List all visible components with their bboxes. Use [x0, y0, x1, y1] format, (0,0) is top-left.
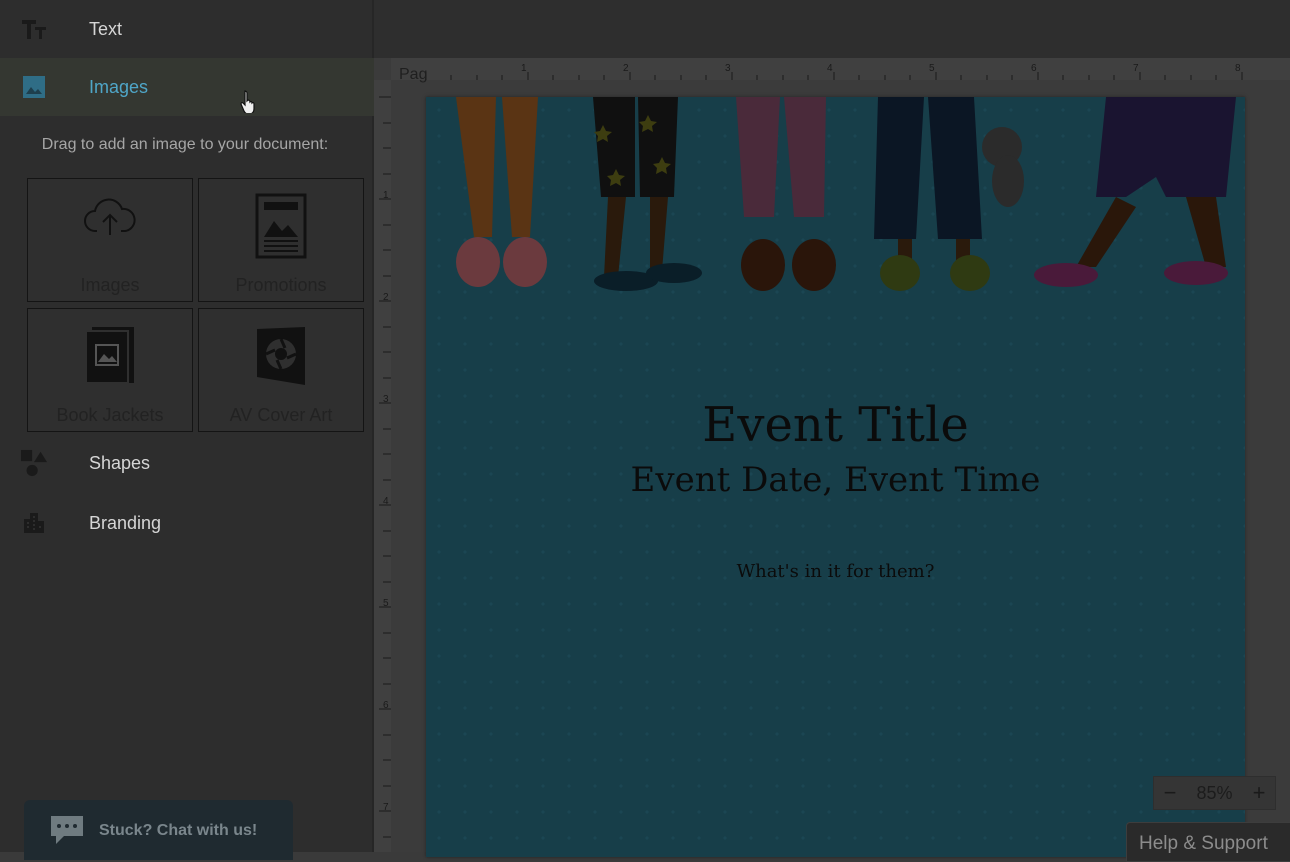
tile-images[interactable]: Images	[27, 178, 193, 302]
ruler-left: 1 2 3 4 5 6 7	[374, 80, 391, 852]
ruler-number: 6	[1031, 63, 1037, 74]
ruler-number: 4	[827, 63, 833, 74]
text-format-icon	[20, 15, 48, 43]
cloud-upload-icon	[83, 195, 137, 244]
tile-av-cover-art[interactable]: AV Cover Art	[198, 308, 364, 432]
pajama-legs-illustration	[456, 97, 1236, 291]
book-jacket-icon	[84, 325, 136, 390]
ruler-top: 1 2 3 4 5 6 7 8	[391, 58, 1290, 80]
shapes-icon	[20, 449, 48, 477]
sidebar-item-label: Branding	[89, 512, 162, 533]
tile-promotions[interactable]: Promotions	[198, 178, 364, 302]
tile-label: Book Jackets	[56, 405, 164, 425]
ruler-number: 7	[383, 802, 389, 813]
ruler-number: 2	[623, 63, 629, 74]
building-icon	[20, 509, 48, 537]
av-cover-art-icon	[255, 325, 307, 390]
document-page[interactable]: Event Title Event Date, Event Time What'…	[426, 97, 1245, 857]
ruler-number: 4	[383, 496, 389, 507]
tile-label: Images	[80, 275, 140, 295]
page-label: Pag	[399, 66, 428, 83]
ruler-number: 5	[929, 63, 935, 74]
ruler-number: 5	[383, 598, 389, 609]
sidebar-item-label: Shapes	[89, 452, 151, 473]
zoom-out-button[interactable]: −	[1160, 780, 1180, 806]
zoom-level: 85%	[1196, 782, 1233, 803]
ruler-number: 1	[383, 190, 389, 201]
ruler-number: 2	[383, 292, 389, 303]
zoom-in-button[interactable]: +	[1249, 780, 1269, 806]
tile-label: Promotions	[235, 275, 327, 295]
tile-book-jackets[interactable]: Book Jackets	[27, 308, 193, 432]
help-support-button[interactable]: Help & Support	[1126, 822, 1290, 862]
sidebar-item-text[interactable]: Text	[0, 0, 374, 58]
sidebar-item-images[interactable]: Images	[0, 58, 374, 116]
sidebar: Text Images Drag to add an image to your…	[0, 0, 374, 860]
ruler-number: 6	[383, 700, 389, 711]
chat-label: Stuck? Chat with us!	[99, 822, 258, 839]
sidebar-item-branding[interactable]: Branding	[0, 494, 374, 552]
event-date[interactable]: Event Date, Event Time	[426, 460, 1245, 500]
ruler-number: 8	[1235, 63, 1241, 74]
event-description[interactable]: What's in it for them?	[426, 561, 1245, 582]
ruler-number: 7	[1133, 63, 1139, 74]
promotion-document-icon	[255, 193, 307, 264]
image-icon	[20, 73, 48, 101]
sidebar-item-label: Text	[89, 18, 123, 39]
chat-button[interactable]: Stuck? Chat with us!	[24, 800, 293, 860]
ruler-number: 3	[383, 394, 389, 405]
ruler-number: 3	[725, 63, 731, 74]
drag-hint: Drag to add an image to your document:	[41, 136, 329, 153]
chat-bubble-icon	[48, 814, 86, 851]
sidebar-item-shapes[interactable]: Shapes	[0, 434, 374, 492]
tile-label: AV Cover Art	[229, 405, 333, 425]
hand-cursor-icon	[240, 89, 258, 118]
ruler-number: 1	[521, 63, 527, 74]
sidebar-item-label: Images	[89, 76, 149, 97]
event-title[interactable]: Event Title	[426, 397, 1245, 453]
zoom-control: − 85% +	[1153, 776, 1276, 810]
